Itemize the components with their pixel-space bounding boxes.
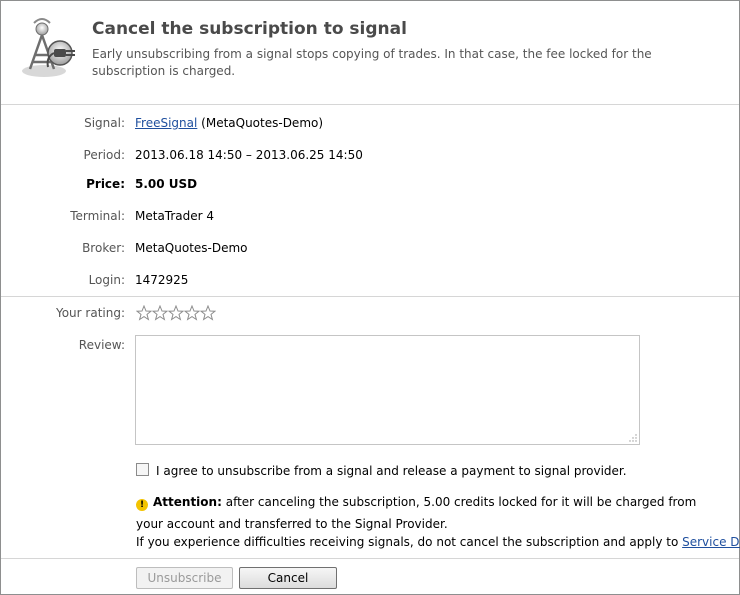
star-outline-icon[interactable] [200, 305, 216, 321]
agree-checkbox[interactable] [136, 463, 149, 476]
star-outline-icon[interactable] [136, 305, 152, 321]
period-value: 2013.06.18 14:50 – 2013.06.25 14:50 [135, 148, 363, 162]
unsubscribe-button[interactable]: Unsubscribe [136, 567, 233, 589]
login-label: Login: [88, 273, 125, 287]
signal-link[interactable]: FreeSignal [135, 116, 197, 130]
price-value: 5.00 USD [135, 177, 198, 191]
login-value: 1472925 [135, 273, 189, 287]
rating-label: Your rating: [55, 306, 125, 320]
divider [1, 296, 739, 297]
resize-grip-icon[interactable] [629, 434, 637, 442]
star-outline-icon[interactable] [152, 305, 168, 321]
broker-value: MetaQuotes-Demo [135, 241, 248, 255]
signal-unplug-icon [22, 18, 75, 77]
dialog-description: Early unsubscribing from a signal stops … [92, 47, 652, 78]
help-note: If you experience difficulties receiving… [136, 535, 740, 549]
terminal-value: MetaTrader 4 [135, 209, 215, 223]
terminal-label: Terminal: [70, 209, 125, 223]
period-label: Period: [83, 148, 125, 162]
footer-divider [1, 558, 739, 559]
rating-stars[interactable] [136, 305, 216, 324]
warning-icon: ! [136, 499, 148, 511]
attention-title: Attention: [153, 495, 222, 509]
service-desk-link[interactable]: Service Desk [682, 535, 740, 549]
unsubscribe-dialog: Cancel the subscription to signal Early … [0, 0, 740, 595]
signal-server: (MetaQuotes-Demo) [201, 116, 324, 130]
cancel-button[interactable]: Cancel [239, 567, 337, 589]
review-textarea[interactable] [135, 335, 640, 445]
agree-text[interactable]: I agree to unsubscribe from a signal and… [156, 464, 627, 478]
star-outline-icon[interactable] [184, 305, 200, 321]
price-label: Price: [86, 177, 125, 191]
broker-label: Broker: [82, 241, 125, 255]
dialog-title: Cancel the subscription to signal [92, 19, 407, 39]
star-outline-icon[interactable] [168, 305, 184, 321]
help-text: If you experience difficulties receiving… [136, 535, 679, 549]
signal-label: Signal: [84, 116, 125, 130]
review-label: Review: [78, 338, 125, 352]
dialog-header: Cancel the subscription to signal Early … [1, 1, 739, 105]
attention-note: ! Attention: after canceling the subscrip… [136, 491, 726, 535]
